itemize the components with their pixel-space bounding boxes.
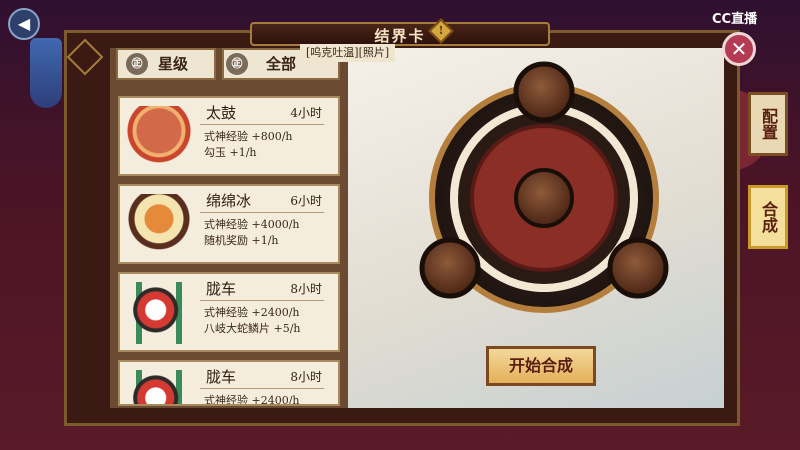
all-tab-icon: ㊣ xyxy=(226,53,248,75)
card-effect: 式神经验 +2400/h xyxy=(204,306,300,319)
help-icon-glyph: ! xyxy=(438,24,444,37)
star-tab-icon: ㊣ xyxy=(126,53,148,75)
card-duration: 8小时 xyxy=(290,282,322,296)
card-effect: 八岐大蛇鳞片 +5/h xyxy=(204,322,301,335)
start-synthesis-button[interactable]: 开始合成 xyxy=(486,346,596,386)
card-name: 胧车 xyxy=(206,280,237,298)
card-duration: 4小时 xyxy=(290,106,322,120)
card-duration: 8小时 xyxy=(290,370,322,384)
top-slot[interactable] xyxy=(513,61,575,123)
tab-star-level[interactable]: ㊣ 星级 xyxy=(116,48,216,80)
taiko-drum-icon xyxy=(126,106,192,168)
close-button[interactable]: ✕ xyxy=(722,32,756,66)
tab-all-label: 全部 xyxy=(265,55,296,73)
left-slot[interactable] xyxy=(419,237,481,299)
back-button[interactable]: ◀ xyxy=(8,8,40,40)
stream-watermark: CC直播 xyxy=(712,12,758,27)
config-button[interactable]: 配置 xyxy=(748,92,788,156)
ox-cart-icon xyxy=(126,370,192,404)
center-slot[interactable] xyxy=(514,168,574,228)
card-item-oboroguruma[interactable]: 胧车 8小时 式神经验 +2400/h 八岐大蛇鳞片 +5/h xyxy=(118,272,340,352)
page-title: 结界卡 xyxy=(374,27,426,45)
card-effect: 式神经验 +2400/h xyxy=(204,394,300,406)
right-slot[interactable] xyxy=(607,237,669,299)
card-effect: 勾玉 +1/h xyxy=(204,146,257,159)
koi-banner-decoration xyxy=(30,38,62,108)
card-effect: 式神经验 +4000/h xyxy=(204,218,300,231)
card-duration: 6小时 xyxy=(290,194,322,208)
subtitle-label: [呜克吐温][照片] xyxy=(300,44,396,62)
shaved-ice-icon xyxy=(126,194,192,256)
card-effect: 式神经验 +800/h xyxy=(204,130,293,143)
divider xyxy=(200,124,324,125)
ox-cart-icon xyxy=(126,282,192,344)
card-name: 太鼓 xyxy=(206,104,237,122)
divider xyxy=(200,388,324,389)
card-effect: 随机奖励 +1/h xyxy=(204,234,279,247)
card-item-shaved-ice[interactable]: 绵绵冰 6小时 式神经验 +4000/h 随机奖励 +1/h xyxy=(118,184,340,264)
tab-star-label: 星级 xyxy=(158,55,189,73)
card-item-oboroguruma-2[interactable]: 胧车 8小时 式神经验 +2400/h xyxy=(118,360,340,406)
card-name: 绵绵冰 xyxy=(206,192,252,210)
title-bar: 结界卡 xyxy=(250,22,550,46)
divider xyxy=(200,300,324,301)
card-item-taiko[interactable]: 太鼓 4小时 式神经验 +800/h 勾玉 +1/h xyxy=(118,96,340,176)
card-name: 胧车 xyxy=(206,368,237,386)
combine-button[interactable]: 合成 xyxy=(748,185,788,249)
divider xyxy=(200,212,324,213)
